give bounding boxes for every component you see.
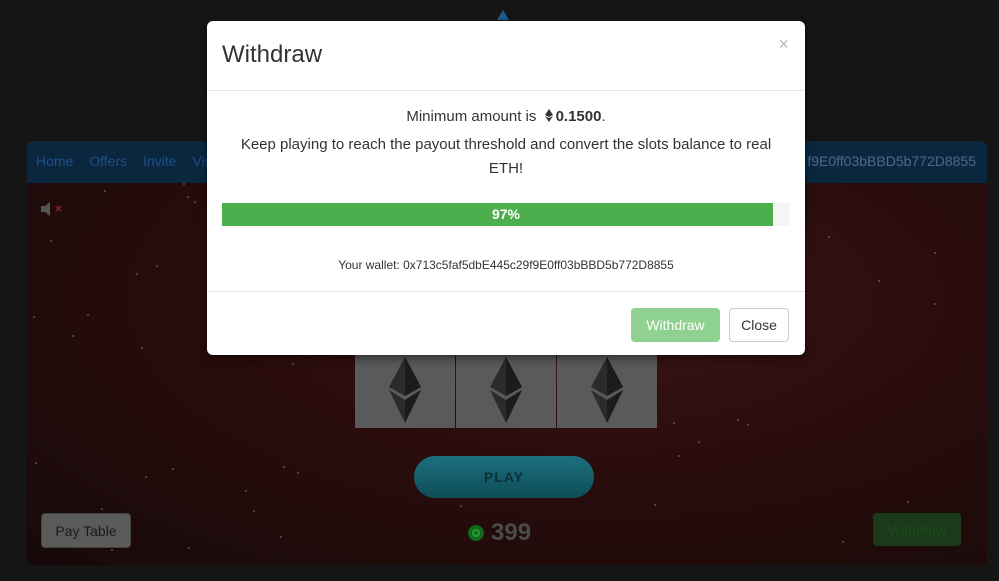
- minimum-amount-suffix: .: [601, 108, 606, 125]
- modal-close-button[interactable]: Close: [729, 308, 789, 342]
- threshold-message: Keep playing to reach the payout thresho…: [240, 136, 772, 177]
- modal-footer: Withdraw Close: [207, 291, 805, 356]
- ethereum-icon: [544, 109, 553, 122]
- minimum-amount-value: 0.1500: [555, 108, 602, 125]
- modal-withdraw-button[interactable]: Withdraw: [631, 308, 720, 342]
- payout-progress-bar: 97%: [222, 203, 790, 226]
- progress-label: 97%: [491, 206, 521, 222]
- modal-header: Withdraw ×: [207, 21, 805, 91]
- close-icon[interactable]: ×: [778, 34, 789, 55]
- minimum-amount-text: Minimum amount is: [406, 108, 537, 125]
- modal-title: Withdraw: [222, 41, 323, 68]
- withdraw-modal: Withdraw × Minimum amount is 0.1500. Kee…: [207, 21, 805, 355]
- wallet-address: Your wallet: 0x713c5faf5dbE445c29f9E0ff0…: [338, 258, 674, 272]
- minimum-amount-line: Minimum amount is 0.1500.: [207, 108, 805, 125]
